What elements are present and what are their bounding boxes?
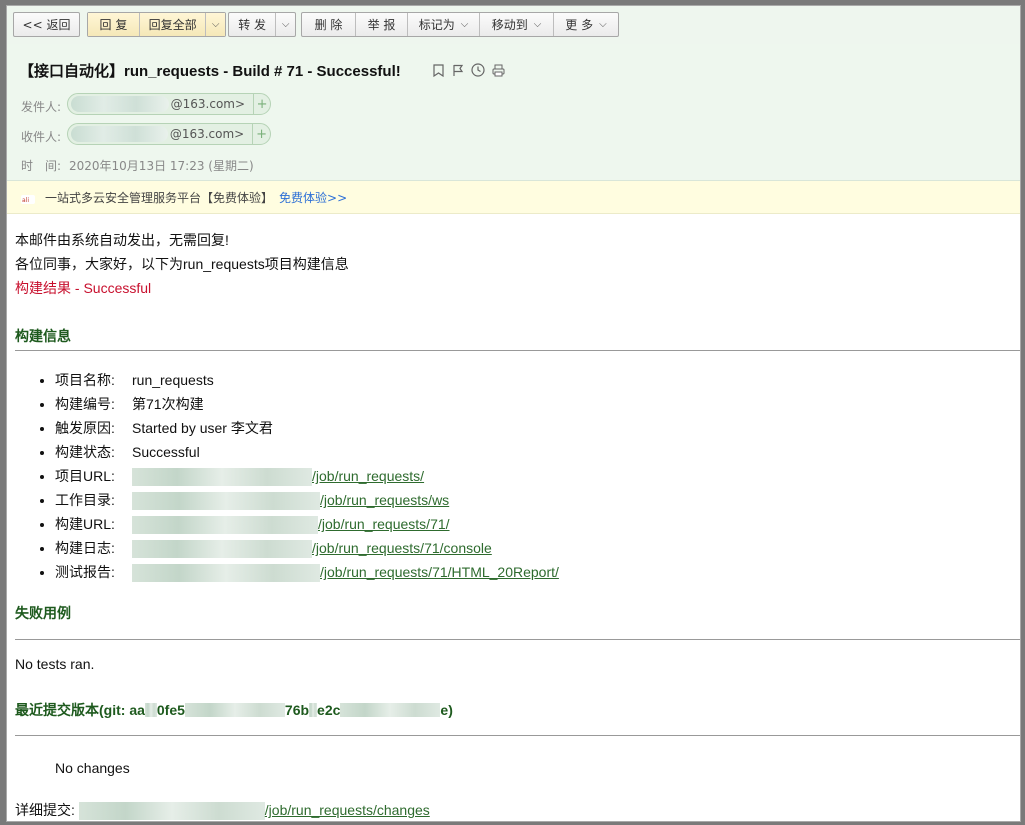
toolbar: << 返回 回 复 回复全部 ⌵ 转 发 ⌵ 删 除 举 报 标记为 ⌵ 移动到 ⌵… (7, 6, 1020, 45)
detail-commit-label: 详细提交: (15, 802, 75, 818)
redacted-host (132, 540, 312, 559)
redacted-host (132, 468, 312, 487)
ad-banner: ali 一站式多云安全管理服务平台【免费体验】 免费体验>> (7, 181, 1020, 214)
workspace-link[interactable]: /job/run_requests/ws (320, 492, 449, 508)
redacted-hash (144, 703, 157, 717)
list-item: 构建日志:/job/run_requests/71/console (55, 536, 559, 560)
back-group: << 返回 (13, 12, 80, 37)
reply-dropdown-button[interactable]: ⌵ (206, 13, 226, 36)
forward-dropdown-button[interactable]: ⌵ (276, 13, 295, 36)
redacted-host (132, 564, 320, 583)
to-domain: @163.com> (169, 127, 245, 141)
redacted-hash (309, 703, 318, 717)
svg-text:ali: ali (22, 197, 29, 204)
add-contact-icon[interactable]: + (253, 94, 270, 114)
chevron-down-icon: ⌵ (460, 19, 469, 30)
redacted-name (71, 96, 169, 112)
list-item: 触发原因:Started by user 李文君 (55, 416, 559, 440)
print-icon[interactable] (491, 63, 505, 77)
reply-all-button[interactable]: 回复全部 (139, 13, 207, 36)
move-to-label: 移动到 (491, 18, 528, 32)
redacted-hash (340, 703, 441, 717)
ad-link[interactable]: 免费体验>> (279, 189, 347, 206)
build-result: 构建结果 - Successful (15, 280, 152, 296)
build-info-list: 项目名称:run_requests 构建编号:第71次构建 触发原因:Start… (15, 368, 559, 584)
latest-commit-title: 最近提交版本(git: aa 0fe5 76b e2c e) (15, 702, 453, 718)
failed-cases-title: 失败用例 (15, 605, 71, 621)
list-item: 项目URL:/job/run_requests/ (55, 464, 559, 488)
from-label: 发件人: (21, 100, 62, 114)
reply-button[interactable]: 回 复 (88, 13, 140, 36)
move-to-button[interactable]: 移动到 ⌵ (480, 13, 554, 36)
list-item: 构建URL:/job/run_requests/71/ (55, 512, 559, 536)
list-item: 测试报告:/job/run_requests/71/HTML_20Report/ (55, 560, 559, 584)
chevron-down-icon: ⌵ (211, 19, 220, 30)
bookmark-icon[interactable] (431, 63, 445, 77)
report-button[interactable]: 举 报 (356, 13, 408, 36)
no-changes-text: No changes (55, 760, 130, 776)
redacted-name (71, 126, 168, 142)
chevron-down-icon: ⌵ (533, 19, 542, 30)
ad-text: 一站式多云安全管理服务平台【免费体验】 (45, 190, 274, 205)
build-info-title: 构建信息 (15, 328, 71, 344)
reply-group: 回 复 回复全部 ⌵ (87, 12, 226, 37)
ad-logo-icon: ali (21, 193, 35, 204)
forward-group: 转 发 ⌵ (228, 12, 296, 37)
divider (15, 735, 1020, 736)
more-label: 更 多 (565, 18, 594, 32)
redacted-host (132, 492, 320, 511)
clock-icon[interactable] (471, 63, 485, 77)
divider (15, 639, 1020, 640)
mark-as-label: 标记为 (418, 18, 455, 32)
forward-button[interactable]: 转 发 (229, 13, 277, 36)
delete-button[interactable]: 删 除 (302, 13, 356, 36)
mail-subject: 【接口自动化】run_requests - Build # 71 - Succe… (19, 63, 401, 80)
project-url-link[interactable]: /job/run_requests/ (312, 468, 424, 484)
mail-window: << 返回 回 复 回复全部 ⌵ 转 发 ⌵ 删 除 举 报 标记为 ⌵ 移动到 ⌵… (6, 5, 1021, 822)
list-item: 工作目录:/job/run_requests/ws (55, 488, 559, 512)
add-contact-icon[interactable]: + (252, 124, 270, 144)
mail-header: 【接口自动化】run_requests - Build # 71 - Succe… (7, 44, 1020, 181)
greeting: 各位同事，大家好，以下为run_requests项目构建信息 (15, 256, 349, 272)
redacted-host (78, 802, 265, 821)
actions-group: 删 除 举 报 标记为 ⌵ 移动到 ⌵ 更 多 ⌵ (301, 12, 619, 37)
test-report-link[interactable]: /job/run_requests/71/HTML_20Report/ (320, 564, 559, 580)
more-button[interactable]: 更 多 ⌵ (554, 13, 618, 36)
no-tests-text: No tests ran. (15, 656, 95, 672)
flag-icon[interactable] (451, 63, 465, 77)
chevron-down-icon: ⌵ (281, 19, 290, 30)
to-address[interactable]: @163.com> + (67, 123, 271, 145)
subject-actions (431, 63, 505, 77)
from-domain: @163.com> (170, 97, 246, 111)
auto-notice: 本邮件由系统自动发出，无需回复! (15, 232, 229, 248)
chevron-down-icon: ⌵ (599, 19, 607, 30)
redacted-host (132, 516, 318, 535)
list-item: 项目名称:run_requests (55, 368, 559, 392)
list-item: 构建编号:第71次构建 (55, 392, 559, 416)
list-item: 构建状态:Successful (55, 440, 559, 464)
mark-as-button[interactable]: 标记为 ⌵ (408, 13, 480, 36)
redacted-hash (184, 703, 285, 717)
detail-commit-row: 详细提交: /job/run_requests/changes (15, 800, 430, 821)
time-label: 时 间: (21, 159, 62, 173)
from-address[interactable]: @163.com> + (67, 93, 271, 115)
to-label: 收件人: (21, 130, 62, 144)
back-button[interactable]: << 返回 (14, 13, 79, 36)
build-url-link[interactable]: /job/run_requests/71/ (318, 516, 450, 532)
changes-link[interactable]: /job/run_requests/changes (265, 802, 430, 818)
time-value: 2020年10月13日 17:23 (星期二) (69, 159, 254, 173)
divider (15, 350, 1020, 351)
build-log-link[interactable]: /job/run_requests/71/console (312, 540, 492, 556)
